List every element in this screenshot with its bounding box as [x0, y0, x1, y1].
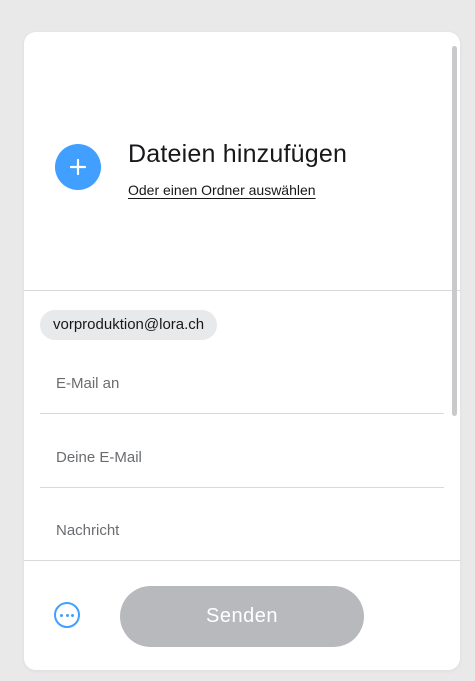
email-to-input[interactable]: [56, 375, 436, 392]
scrollbar[interactable]: [452, 46, 457, 416]
more-options-button[interactable]: [54, 602, 80, 628]
email-to-field[interactable]: [40, 363, 444, 414]
send-button[interactable]: Senden: [120, 586, 364, 647]
footer: Senden: [24, 560, 460, 670]
plus-icon: [69, 158, 87, 176]
add-files-area[interactable]: Dateien hinzufügen Oder einen Ordner aus…: [24, 32, 460, 290]
sender-email-input[interactable]: [56, 449, 436, 466]
sender-email-field[interactable]: [40, 437, 444, 488]
transfer-panel: Dateien hinzufügen Oder einen Ordner aus…: [24, 32, 460, 670]
add-files-title[interactable]: Dateien hinzufügen: [128, 140, 347, 169]
message-input[interactable]: [56, 522, 436, 539]
message-field[interactable]: [40, 510, 444, 560]
divider: [24, 290, 460, 291]
recipient-chip[interactable]: vorproduktion@lora.ch: [40, 310, 218, 340]
add-files-button[interactable]: [55, 144, 101, 190]
select-folder-link[interactable]: Oder einen Ordner auswählen: [128, 182, 316, 198]
